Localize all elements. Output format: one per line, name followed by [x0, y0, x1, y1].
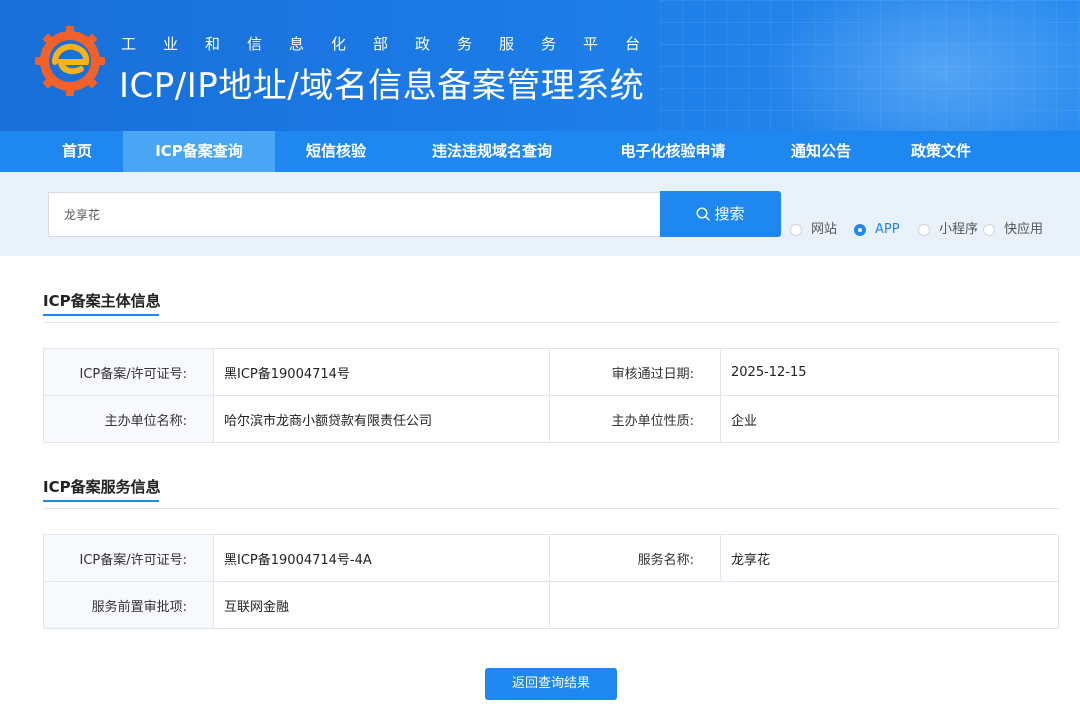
field-label: 服务名称:: [549, 534, 721, 582]
search-area: 搜索 网站 APP 小程序 快应用: [0, 172, 1080, 256]
nav-item-notices[interactable]: 通知公告: [778, 131, 864, 172]
search-input[interactable]: [48, 192, 660, 237]
radio-label-quick-app: 快应用: [1004, 222, 1044, 237]
nav-item-illegal-domain-query[interactable]: 违法违规域名查询: [412, 131, 572, 172]
system-title: ICP/IP地址/域名信息备案管理系统: [119, 66, 645, 106]
field-label: ICP备案/许可证号:: [43, 534, 214, 582]
main-nav: 首页 ICP备案查询 短信核验 违法违规域名查询 电子化核验申请 通知公告 政策…: [0, 131, 1080, 172]
field-value: 企业: [720, 395, 1059, 443]
platform-subtitle: 工业和信息化部政务服务平台: [121, 35, 668, 53]
subject-info-table: ICP备案/许可证号: 黑ICP备19004714号 审核通过日期: 2025-…: [43, 348, 1059, 443]
back-to-results-button[interactable]: 返回查询结果: [485, 668, 617, 700]
service-info-heading: ICP备案服务信息: [43, 478, 161, 496]
service-info-table: ICP备案/许可证号: 黑ICP备19004714号-4A 服务名称: 龙享花 …: [43, 534, 1059, 629]
radio-dot: [983, 224, 995, 236]
field-value: 黑ICP备19004714号-4A: [213, 534, 550, 582]
radio-dot: [790, 224, 802, 236]
empty-cell: [549, 581, 721, 629]
nav-item-icp-query[interactable]: ICP备案查询: [123, 131, 275, 172]
ministry-logo-icon: [35, 26, 105, 96]
subject-info-heading: ICP备案主体信息: [43, 292, 161, 310]
radio-dot: [918, 224, 930, 236]
nav-item-home[interactable]: 首页: [44, 131, 110, 172]
nav-item-policies[interactable]: 政策文件: [898, 131, 984, 172]
banner-glow-decoration: [760, 0, 1080, 131]
nav-item-electronic-verify[interactable]: 电子化核验申请: [603, 131, 743, 172]
search-button-label: 搜索: [714, 205, 745, 223]
subject-info-underline: [43, 314, 159, 316]
table-row: 主办单位名称: 哈尔滨市龙商小额贷款有限责任公司 主办单位性质: 企业: [43, 395, 1059, 443]
field-label: 主办单位名称:: [43, 395, 214, 443]
search-button[interactable]: 搜索: [660, 191, 781, 237]
nav-item-sms-verify[interactable]: 短信核验: [290, 131, 382, 172]
field-value: 互联网金融: [213, 581, 550, 629]
field-label: 主办单位性质:: [549, 395, 721, 443]
field-value: 哈尔滨市龙商小额贷款有限责任公司: [213, 395, 550, 443]
table-row: ICP备案/许可证号: 黑ICP备19004714号 审核通过日期: 2025-…: [43, 348, 1059, 396]
field-value: 龙享花: [720, 534, 1059, 582]
field-label: 审核通过日期:: [549, 348, 721, 396]
radio-label-website: 网站: [811, 222, 838, 237]
service-info-underline: [43, 500, 159, 502]
field-value: 2025-12-15: [720, 348, 1059, 396]
radio-label-mini-program: 小程序: [939, 222, 979, 237]
section-divider: [43, 508, 1059, 509]
field-value: 黑ICP备19004714号: [213, 348, 550, 396]
radio-dot-checked: [854, 224, 866, 236]
field-label: 服务前置审批项:: [43, 581, 214, 629]
table-row: 服务前置审批项: 互联网金融: [43, 581, 1059, 629]
header-banner: 工业和信息化部政务服务平台 ICP/IP地址/域名信息备案管理系统: [0, 0, 1080, 131]
radio-label-app: APP: [875, 222, 900, 237]
empty-cell: [720, 581, 1059, 629]
table-row: ICP备案/许可证号: 黑ICP备19004714号-4A 服务名称: 龙享花: [43, 534, 1059, 582]
section-divider: [43, 322, 1059, 323]
search-icon: [696, 207, 711, 221]
field-label: ICP备案/许可证号:: [43, 348, 214, 396]
